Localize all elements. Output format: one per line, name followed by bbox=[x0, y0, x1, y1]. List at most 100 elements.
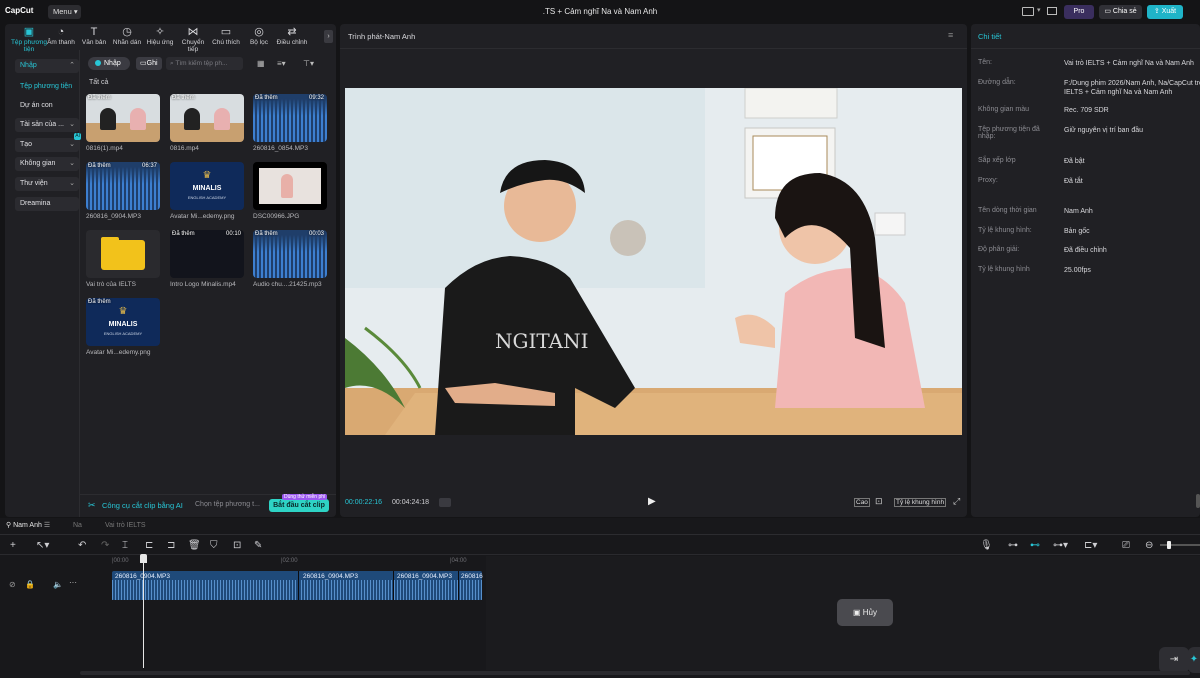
tab-audio[interactable]: ◔ Âm thanh bbox=[44, 26, 78, 46]
sidebar-item[interactable]: Tạo ⌄ AI bbox=[15, 133, 81, 152]
magnet-icon[interactable]: ⊷ bbox=[1030, 540, 1040, 551]
split-right-icon[interactable]: ⊐ bbox=[167, 540, 175, 551]
sidebar-item[interactable]: Tài sản của ... ⌄ bbox=[15, 118, 79, 132]
undo-icon[interactable]: ↶ bbox=[78, 540, 86, 551]
export-button[interactable]: ⇪ Xuất bbox=[1147, 5, 1183, 19]
media-duration: 06:37 bbox=[141, 163, 157, 169]
media-item[interactable]: Đã thêm 00:10 Intro Logo Minalis.mp4 bbox=[170, 230, 244, 288]
link-icon[interactable]: ⊶ bbox=[1008, 540, 1018, 551]
split-left-icon[interactable]: ⊏ bbox=[145, 540, 153, 551]
crop-icon[interactable]: ⊡ bbox=[233, 540, 241, 551]
start-cut-button[interactable]: Bắt đầu cắt clip bbox=[269, 499, 329, 512]
filter-icon[interactable]: ⊤▾ bbox=[303, 59, 314, 68]
feedback-button[interactable]: ⇥ bbox=[1159, 647, 1189, 673]
more-icon[interactable]: ··· bbox=[69, 578, 77, 587]
sidebar-item[interactable]: Không gian ⌄ bbox=[15, 157, 79, 171]
video-preview[interactable]: NGITANI bbox=[345, 88, 962, 435]
added-badge: Đã thêm bbox=[172, 95, 195, 101]
tab-label: Bộ lọc bbox=[249, 39, 269, 46]
clip-label[interactable]: 260816 bbox=[461, 573, 483, 580]
monitor-icon[interactable] bbox=[1047, 7, 1057, 15]
select-tool-icon[interactable]: ↖▾ bbox=[36, 540, 49, 551]
sidebar-item[interactable]: Tệp phương tiện bbox=[15, 80, 79, 94]
transition-icon: ⋈ bbox=[187, 26, 199, 38]
lock-icon[interactable]: 🔒 bbox=[25, 580, 35, 589]
media-item[interactable]: ♛ MINALIS ENGLISH ACADEMY Avatar Mi...edemy… bbox=[170, 162, 244, 220]
total-time: 00:04:24:18 bbox=[392, 499, 429, 506]
mic-icon[interactable]: 🎙 bbox=[980, 540, 993, 551]
draw-icon[interactable]: ✎ bbox=[254, 540, 262, 551]
pro-button[interactable]: Pro bbox=[1064, 5, 1094, 19]
tab-transition[interactable]: ⋈ Chuyển tiếp bbox=[176, 26, 210, 53]
details-scrollbar[interactable] bbox=[1196, 494, 1200, 508]
zoom-out-icon[interactable]: ⊖ bbox=[1145, 540, 1153, 551]
tab-label: Âm thanh bbox=[47, 39, 75, 46]
layout-icon[interactable] bbox=[1022, 7, 1034, 16]
timecode-toggle-icon[interactable] bbox=[439, 498, 451, 507]
import-button[interactable]: Nhập bbox=[88, 57, 130, 70]
media-item[interactable]: DSC00966.JPG bbox=[253, 162, 327, 220]
detail-label: Không gian màu bbox=[978, 106, 1029, 113]
ai-choose-file[interactable]: Chọn tệp phương t... bbox=[195, 501, 260, 508]
sidebar-item[interactable]: Nhập ⌃ bbox=[15, 59, 79, 73]
added-badge: Đã thêm bbox=[172, 231, 195, 237]
tab-adjust[interactable]: ⇄ Điều chỉnh bbox=[275, 26, 309, 46]
media-item[interactable]: Đã thêm 0816(1).mp4 bbox=[86, 94, 160, 152]
preview-axis-icon[interactable]: ⊏▾ bbox=[1084, 540, 1097, 551]
shield-icon[interactable]: ⛉ bbox=[210, 540, 218, 551]
track-toggle-icon[interactable]: ⊘ bbox=[9, 580, 16, 589]
media-name: DSC00966.JPG bbox=[253, 213, 300, 220]
zoom-slider-knob[interactable] bbox=[1167, 541, 1171, 549]
media-item[interactable]: Vai trò của IELTS bbox=[86, 230, 160, 288]
clip-label[interactable]: 260816_0904.MP3 bbox=[303, 573, 358, 580]
sidebar-item[interactable]: Dự án con bbox=[15, 99, 79, 113]
chevron-down-icon[interactable]: ▾ bbox=[1037, 6, 1041, 14]
media-item[interactable]: Đã thêm 09:32 260816_0854.MP3 bbox=[253, 94, 327, 152]
snapshot-icon[interactable]: ⊡ bbox=[875, 496, 883, 507]
play-icon[interactable]: ▶ bbox=[648, 496, 656, 507]
tabs-scroll-right[interactable]: › bbox=[324, 30, 333, 43]
captions-icon[interactable]: ⎚ bbox=[1122, 540, 1130, 551]
delete-icon[interactable]: 🗑 bbox=[188, 540, 201, 551]
quality-button[interactable]: Cao bbox=[854, 498, 870, 507]
sort-icon[interactable]: ≡▾ bbox=[277, 59, 286, 68]
playhead[interactable] bbox=[143, 556, 144, 668]
tab-sticker[interactable]: ◷ Nhãn dán bbox=[110, 26, 144, 46]
redo-icon[interactable]: ↷ bbox=[101, 540, 109, 551]
sidebar-item[interactable]: Dreamina bbox=[15, 197, 79, 211]
fullscreen-icon[interactable]: ⤢ bbox=[953, 496, 960, 507]
timeline-tab-active[interactable]: ⚲ Nam Anh ☰ bbox=[6, 521, 50, 529]
add-track-icon[interactable]: + bbox=[10, 540, 16, 551]
media-item[interactable]: Đã thêm 0816.mp4 bbox=[170, 94, 244, 152]
zoom-slider[interactable] bbox=[1160, 541, 1200, 549]
chain-icon[interactable]: ⊶▾ bbox=[1053, 540, 1068, 551]
tab-caption[interactable]: ▭ Chú thích bbox=[209, 26, 243, 46]
detail-value: Giữ nguyên vị trí ban đầu bbox=[1064, 127, 1144, 134]
aspect-ratio-button[interactable]: Tỷ lệ khung hình bbox=[894, 498, 947, 507]
cancel-button[interactable]: ▣ Hủy bbox=[837, 599, 893, 626]
sidebar-item-label: Nhập bbox=[20, 62, 37, 69]
playhead-handle[interactable] bbox=[140, 554, 147, 563]
player-menu-icon[interactable]: ≡ bbox=[948, 30, 953, 40]
sidebar-item-label: Tạo bbox=[20, 141, 33, 148]
split-icon[interactable]: ⌶ bbox=[122, 540, 128, 551]
filter-all[interactable]: Tất cả bbox=[89, 79, 108, 86]
timeline-scrollbar[interactable] bbox=[80, 671, 1190, 675]
record-button[interactable]: ▭Ghi bbox=[136, 57, 162, 70]
volume-icon[interactable]: 🔈 bbox=[53, 580, 63, 589]
tab-text[interactable]: T Văn bản bbox=[77, 26, 111, 46]
clip-label[interactable]: 260816_0904.MP3 bbox=[397, 573, 452, 580]
timeline-tab-na[interactable]: Na bbox=[73, 522, 82, 529]
tab-filter[interactable]: ◎ Bộ lọc bbox=[242, 26, 276, 46]
media-item[interactable]: Đã thêm 00:03 Audio chu....21425.mp3 bbox=[253, 230, 327, 288]
media-item[interactable]: Đã thêm 06:37 260816_0904.MP3 bbox=[86, 162, 160, 220]
media-search[interactable]: ⌕ Tìm kiếm tệp ph... bbox=[166, 57, 243, 70]
caption-icon: ▭ bbox=[220, 26, 232, 38]
ai-assistant-button[interactable]: ✦ bbox=[1188, 647, 1200, 673]
share-button[interactable]: ▭ Chia sẻ bbox=[1099, 5, 1142, 19]
grid-view-icon[interactable]: ▦ bbox=[257, 59, 265, 68]
tab-effects[interactable]: ✧ Hiệu ứng bbox=[143, 26, 177, 46]
timeline-tab-ielts[interactable]: Vai trò IELTS bbox=[105, 522, 146, 529]
sidebar-item[interactable]: Thư viện ⌄ bbox=[15, 177, 79, 191]
media-item[interactable]: ♛ MINALIS ENGLISH ACADEMY Đã thêm Avatar Mi.… bbox=[86, 298, 160, 356]
